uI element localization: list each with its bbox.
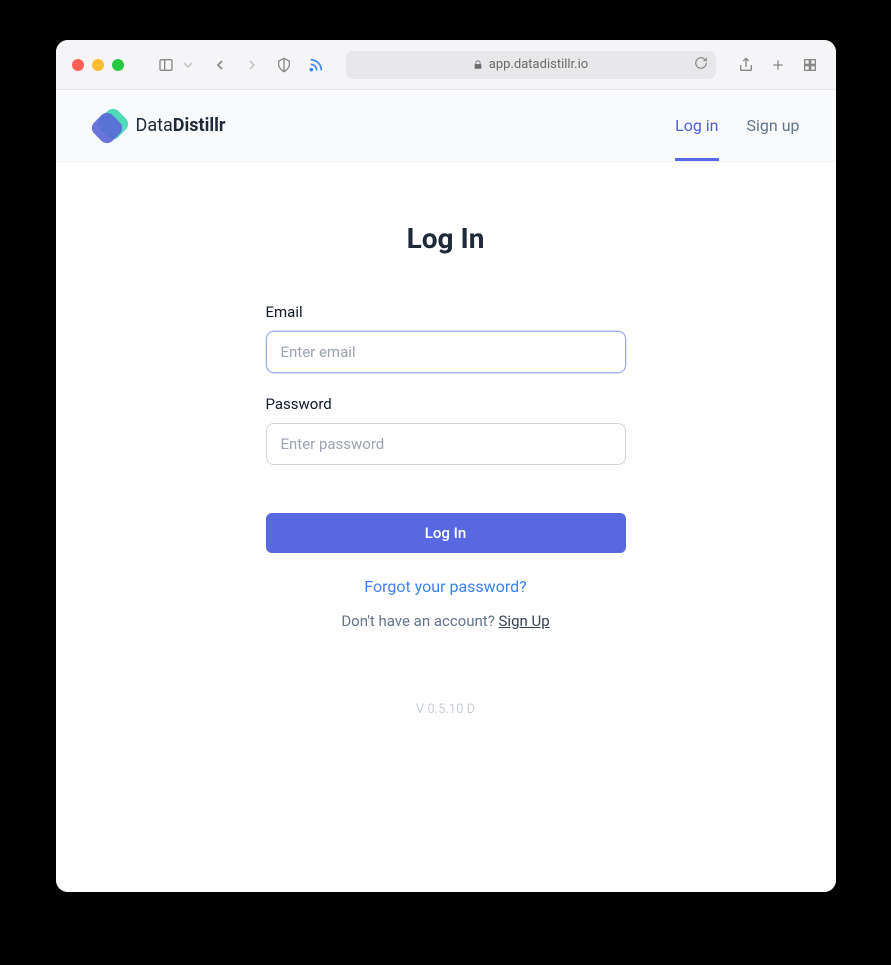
rss-icon[interactable] (306, 55, 326, 75)
new-tab-icon[interactable] (768, 55, 788, 75)
page-title: Log In (407, 222, 485, 255)
nav-links: Log in Sign up (675, 90, 799, 161)
share-icon[interactable] (736, 55, 756, 75)
version-label: V 0.5.10 D (266, 702, 626, 717)
signup-prompt: Don't have an account? Sign Up (266, 612, 626, 630)
back-button[interactable] (210, 55, 230, 75)
address-bar[interactable]: app.datadistillr.io (346, 51, 716, 79)
maximize-window-button[interactable] (112, 59, 124, 71)
sidebar-icon[interactable] (156, 55, 176, 75)
login-form: Email Password Log In Forgot your passwo… (266, 303, 626, 717)
forgot-password-link[interactable]: Forgot your password? (266, 577, 626, 596)
password-label: Password (266, 395, 626, 413)
browser-window: app.datadistillr.io DataDistillr Log in (56, 40, 836, 892)
shield-icon[interactable] (274, 55, 294, 75)
signup-link[interactable]: Sign Up (499, 612, 550, 630)
email-field[interactable] (266, 331, 626, 373)
password-field[interactable] (266, 423, 626, 465)
minimize-window-button[interactable] (92, 59, 104, 71)
page-content: Log In Email Password Log In Forgot your… (56, 162, 836, 892)
nav-signup[interactable]: Sign up (747, 90, 800, 161)
logo[interactable]: DataDistillr (92, 109, 226, 143)
forward-button[interactable] (242, 55, 262, 75)
logo-text: DataDistillr (136, 115, 226, 136)
chevron-down-icon[interactable] (178, 55, 198, 75)
reload-icon[interactable] (694, 56, 708, 74)
lock-icon (473, 60, 483, 70)
browser-chrome: app.datadistillr.io (56, 40, 836, 90)
close-window-button[interactable] (72, 59, 84, 71)
logo-mark-icon (92, 109, 126, 143)
app-header: DataDistillr Log in Sign up (56, 90, 836, 162)
url-text: app.datadistillr.io (489, 57, 588, 72)
email-label: Email (266, 303, 626, 321)
tabs-overview-icon[interactable] (800, 55, 820, 75)
login-button[interactable]: Log In (266, 513, 626, 553)
window-controls (72, 59, 124, 71)
nav-login[interactable]: Log in (675, 90, 718, 161)
